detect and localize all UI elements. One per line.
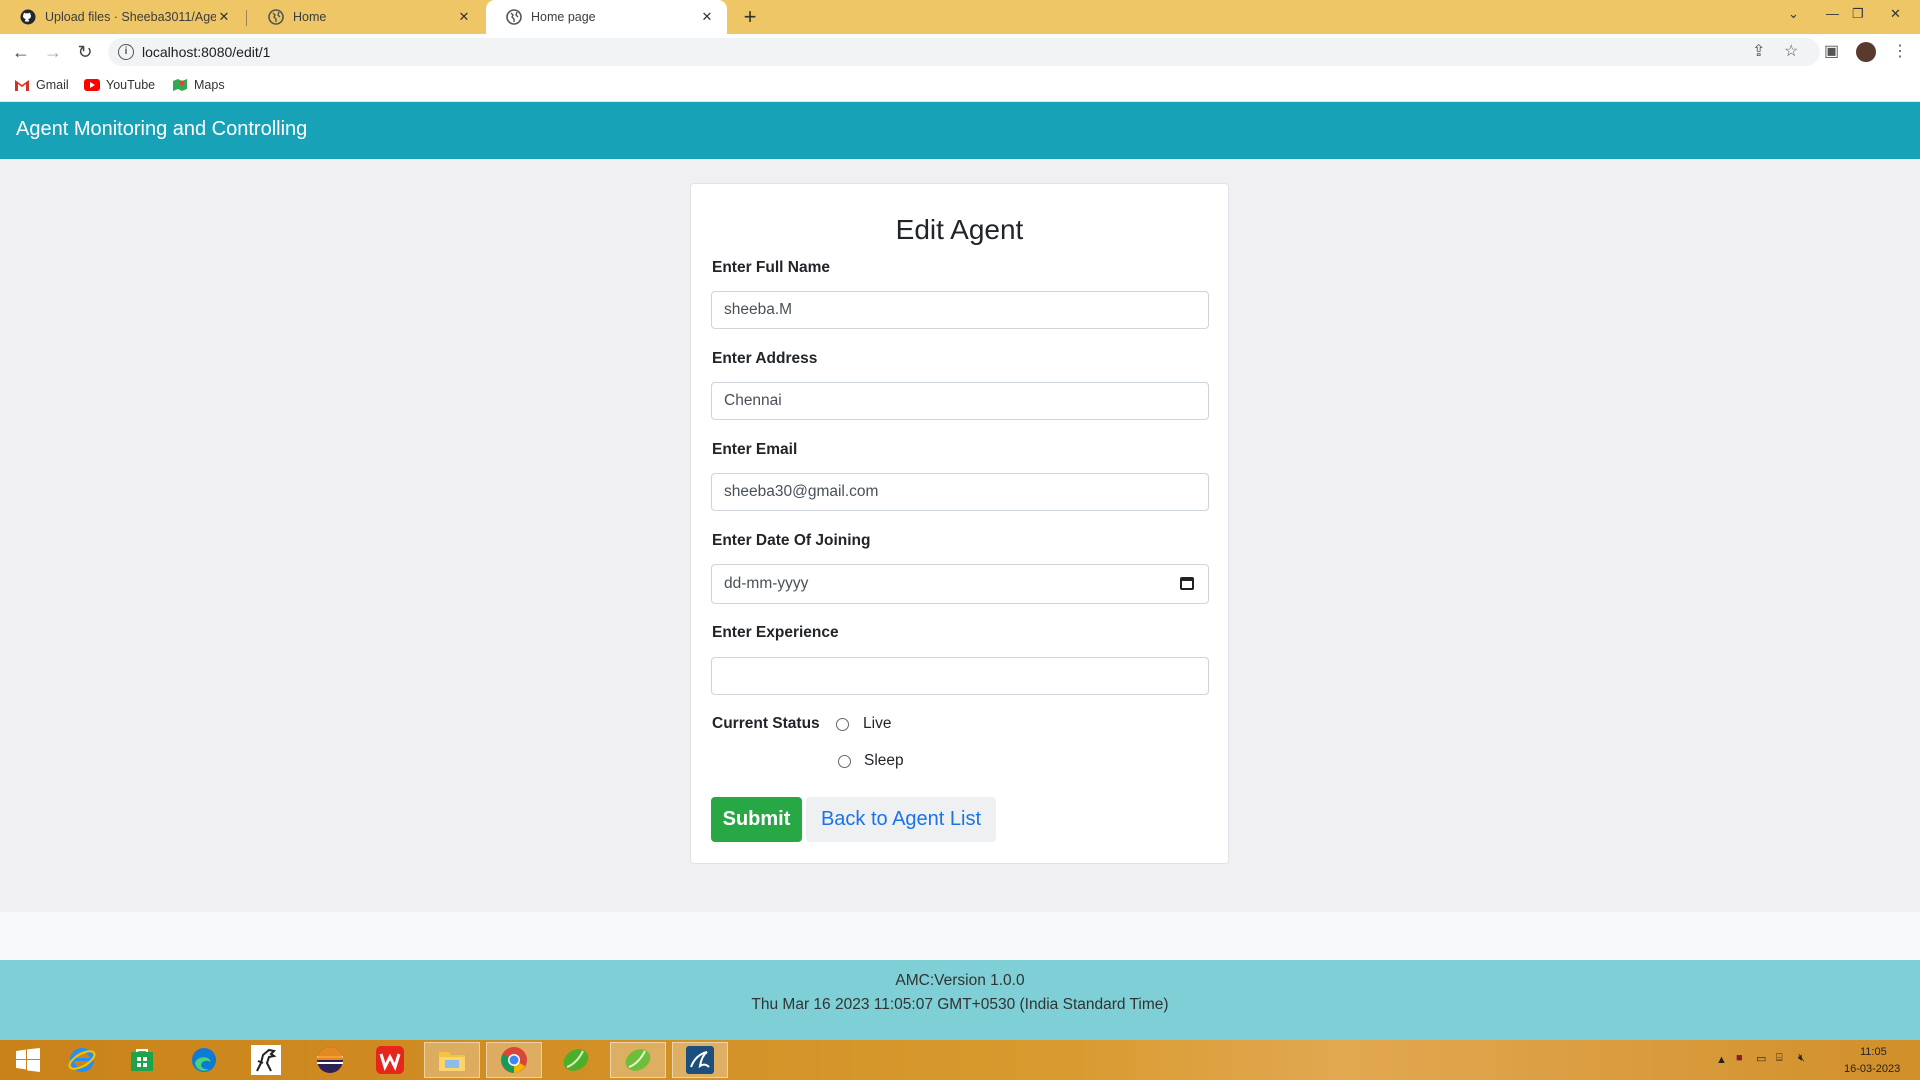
tab-label: Upload files · Sheeba3011/Agent bbox=[45, 10, 216, 24]
tab-home[interactable]: Home ✕ bbox=[248, 0, 484, 34]
bookmark-label: Maps bbox=[194, 78, 225, 92]
doj-date-input[interactable]: dd-mm-yyyy bbox=[711, 564, 1209, 604]
back-arrow-icon[interactable]: ← bbox=[10, 41, 32, 63]
gmail-icon bbox=[14, 78, 30, 92]
minimize-button[interactable]: — bbox=[1826, 6, 1839, 21]
battery-icon[interactable]: ▭ bbox=[1756, 1052, 1766, 1065]
footer-version: AMC:Version 1.0.0 bbox=[895, 972, 1025, 989]
back-to-agent-list-link[interactable]: Back to Agent List bbox=[806, 797, 996, 842]
share-icon[interactable]: ⇪ bbox=[1752, 41, 1765, 61]
volume-muted-icon[interactable]: 🔇︎ bbox=[1798, 1052, 1805, 1065]
experience-input[interactable] bbox=[711, 657, 1209, 695]
tab-label: Home bbox=[293, 10, 327, 24]
forward-arrow-icon[interactable]: → bbox=[42, 41, 64, 63]
bookmarks-bar: Gmail YouTube Maps bbox=[0, 70, 1920, 102]
bookmark-maps[interactable]: Maps bbox=[172, 78, 225, 92]
bookmark-gmail[interactable]: Gmail bbox=[14, 78, 69, 92]
address-bar[interactable]: i localhost:8080/edit/1 bbox=[108, 38, 1820, 66]
full-name-label: Enter Full Name bbox=[712, 259, 830, 276]
status-sleep-radio[interactable] bbox=[838, 755, 851, 768]
reload-icon[interactable]: ↻ bbox=[74, 41, 96, 63]
mysql-workbench-icon[interactable] bbox=[672, 1042, 728, 1078]
side-panel-icon[interactable]: ▣ bbox=[1824, 41, 1839, 61]
address-input[interactable] bbox=[711, 382, 1209, 420]
dinosaur-app-icon[interactable] bbox=[238, 1042, 294, 1078]
tab-search-icon[interactable]: ⌄ bbox=[1788, 6, 1799, 22]
file-explorer-icon[interactable] bbox=[424, 1042, 480, 1078]
status-live-label: Live bbox=[863, 715, 892, 732]
spring-tool-suite-icon[interactable] bbox=[610, 1042, 666, 1078]
form-title: Edit Agent bbox=[895, 214, 1024, 245]
close-icon[interactable]: ✕ bbox=[699, 9, 715, 25]
tray-up-arrow-icon[interactable]: ▲ bbox=[1716, 1054, 1727, 1066]
edge-icon[interactable] bbox=[176, 1042, 232, 1078]
footer-datetime: Thu Mar 16 2023 11:05:07 GMT+0530 (India… bbox=[751, 996, 1169, 1013]
close-icon[interactable]: ✕ bbox=[216, 9, 232, 25]
footer-spacer bbox=[0, 912, 1920, 960]
doj-label: Enter Date Of Joining bbox=[712, 532, 871, 549]
windows-start-icon[interactable] bbox=[0, 1042, 56, 1078]
calendar-icon[interactable] bbox=[1180, 577, 1194, 590]
tray-time[interactable]: 11:05 bbox=[1860, 1046, 1887, 1058]
profile-avatar[interactable] bbox=[1856, 42, 1876, 62]
tab-upload-files[interactable]: Upload files · Sheeba3011/Agent ✕ bbox=[0, 0, 244, 34]
email-input[interactable] bbox=[711, 473, 1209, 511]
tab-strip: Upload files · Sheeba3011/Agent ✕ Home ✕… bbox=[0, 0, 1920, 34]
experience-label: Enter Experience bbox=[712, 624, 839, 641]
tab-label: Home page bbox=[531, 10, 596, 24]
restore-button[interactable]: ❐ bbox=[1852, 6, 1864, 22]
close-icon[interactable]: ✕ bbox=[456, 9, 472, 25]
tray-app-icon[interactable]: ■ bbox=[1736, 1052, 1743, 1064]
status-label: Current Status bbox=[712, 715, 820, 732]
app-footer: AMC:Version 1.0.0 Thu Mar 16 2023 11:05:… bbox=[0, 960, 1920, 1040]
internet-explorer-icon[interactable] bbox=[54, 1042, 110, 1078]
wps-office-icon[interactable] bbox=[362, 1042, 418, 1078]
tray-date[interactable]: 16-03-2023 bbox=[1844, 1063, 1900, 1075]
bookmark-label: Gmail bbox=[36, 78, 69, 92]
close-window-button[interactable]: ✕ bbox=[1890, 6, 1901, 22]
url-text: localhost:8080/edit/1 bbox=[142, 44, 271, 60]
github-icon bbox=[20, 9, 36, 25]
status-sleep-label: Sleep bbox=[864, 752, 904, 769]
store-icon[interactable] bbox=[114, 1042, 170, 1078]
edit-agent-card: Edit Agent Enter Full Name Enter Address… bbox=[690, 183, 1229, 864]
browser-toolbar: ← → ↻ i localhost:8080/edit/1 ⇪ ☆ ▣ ⋮ bbox=[0, 34, 1920, 70]
maps-icon bbox=[172, 78, 188, 92]
globe-icon bbox=[506, 9, 522, 25]
address-label: Enter Address bbox=[712, 350, 818, 367]
windows-taskbar bbox=[0, 1040, 1920, 1080]
bookmark-youtube[interactable]: YouTube bbox=[84, 78, 155, 92]
status-live-radio[interactable] bbox=[836, 718, 849, 731]
submit-button[interactable]: Submit bbox=[711, 797, 802, 842]
menu-kebab-icon[interactable]: ⋮ bbox=[1892, 41, 1908, 61]
tab-separator bbox=[246, 10, 247, 26]
chrome-icon[interactable] bbox=[486, 1042, 542, 1078]
youtube-icon bbox=[84, 78, 100, 92]
spring-tool-icon[interactable] bbox=[548, 1042, 604, 1078]
doj-placeholder: dd-mm-yyyy bbox=[724, 575, 809, 592]
app-navbar: Agent Monitoring and Controlling bbox=[0, 102, 1920, 159]
bookmark-star-icon[interactable]: ☆ bbox=[1784, 41, 1798, 61]
globe-icon bbox=[268, 9, 284, 25]
info-icon[interactable]: i bbox=[118, 44, 134, 60]
new-tab-button[interactable]: + bbox=[738, 4, 762, 30]
tab-home-page[interactable]: Home page ✕ bbox=[486, 0, 727, 34]
full-name-input[interactable] bbox=[711, 291, 1209, 329]
bookmark-label: YouTube bbox=[106, 78, 156, 92]
email-label: Enter Email bbox=[712, 441, 798, 458]
eclipse-icon[interactable] bbox=[302, 1042, 358, 1078]
app-brand[interactable]: Agent Monitoring and Controlling bbox=[16, 118, 307, 141]
network-icon[interactable]: ⌸ bbox=[1776, 1052, 1783, 1065]
